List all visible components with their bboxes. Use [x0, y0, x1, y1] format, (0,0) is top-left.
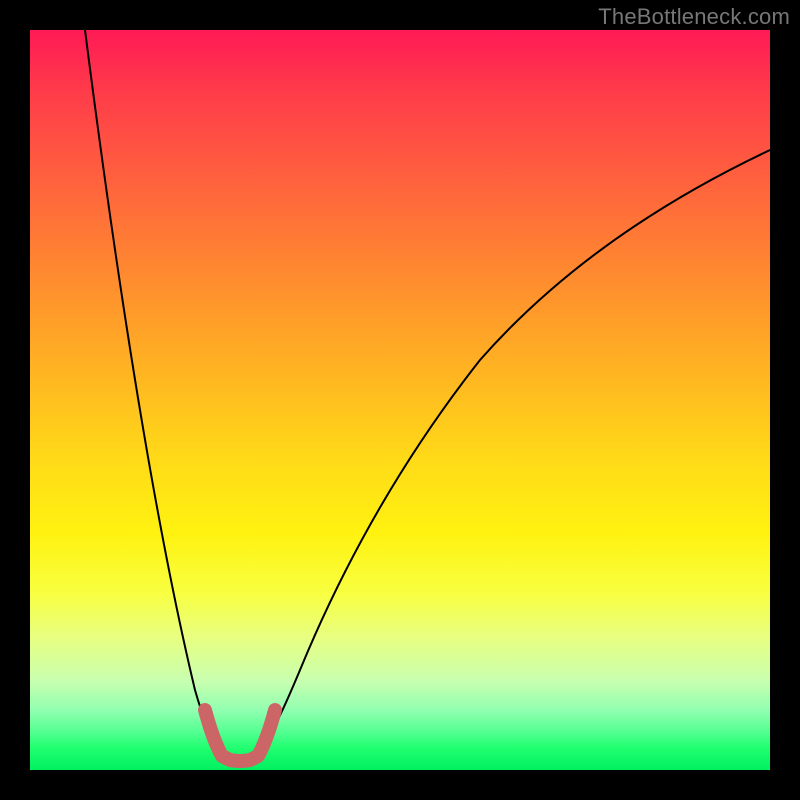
plot-area	[30, 30, 770, 770]
trough-highlight	[205, 710, 275, 761]
curve-layer	[30, 30, 770, 770]
attribution-text: TheBottleneck.com	[598, 4, 790, 30]
figure-root: TheBottleneck.com	[0, 0, 800, 800]
left-curve	[85, 30, 218, 748]
right-curve	[262, 150, 770, 748]
